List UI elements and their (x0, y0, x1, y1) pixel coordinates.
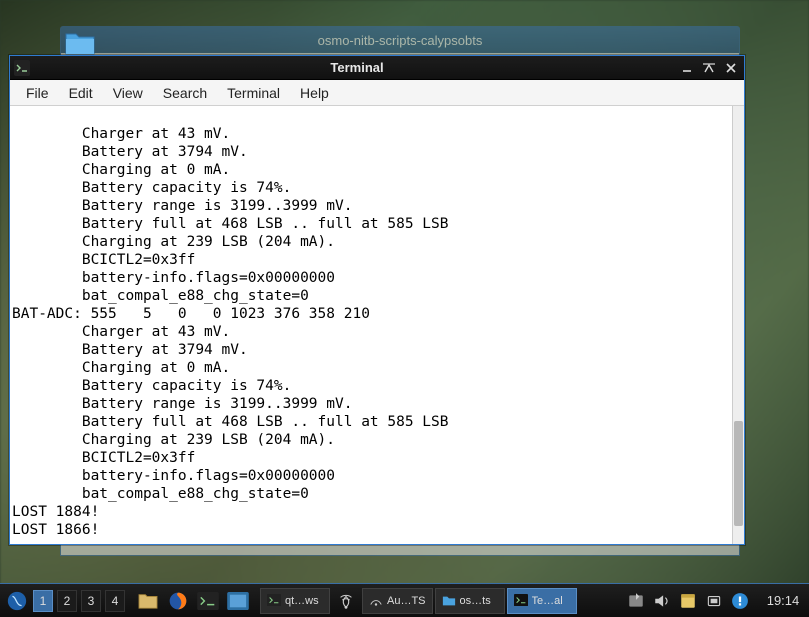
task-label: qt…ws (285, 595, 319, 607)
terminal-icon (267, 594, 281, 608)
menu-edit[interactable]: Edit (59, 82, 103, 104)
removable-media-icon[interactable] (627, 592, 645, 610)
terminal-line: Battery capacity is 74%. (12, 378, 291, 394)
terminal-line: Charging at 0 mA. (12, 360, 230, 376)
terminal-line: Battery range is 3199..3999 mV. (12, 396, 352, 412)
maximize-button[interactable] (700, 60, 718, 76)
close-button[interactable] (722, 60, 740, 76)
taskbar: 1 2 3 4 qt…ws Au…TS os…ts Te…al 19 (0, 583, 809, 617)
workspace-1[interactable]: 1 (33, 590, 53, 612)
terminal-line: LOST 1884! (12, 504, 99, 520)
terminal-line: bat_compal_e88_chg_state=0 (12, 486, 309, 502)
terminal-line: Battery full at 468 LSB .. full at 585 L… (12, 216, 449, 232)
menu-file[interactable]: File (16, 82, 59, 104)
folder-icon (64, 30, 96, 56)
terminal-line: battery-info.flags=0x00000000 (12, 270, 335, 286)
terminal-icon (514, 594, 528, 608)
notes-icon[interactable] (679, 592, 697, 610)
minimize-button[interactable] (678, 60, 696, 76)
terminal-scrollbar[interactable] (732, 106, 744, 544)
terminal-line: bat_compal_e88_chg_state=0 (12, 288, 309, 304)
terminal-line: Charger at 43 mV. (12, 126, 230, 142)
task-auts[interactable]: Au…TS (362, 588, 433, 614)
terminal-launcher[interactable] (194, 588, 222, 614)
terminal-line: BAT-ADC: 555 5 0 0 1023 376 358 210 (12, 306, 370, 322)
terminal-line: Charging at 239 LSB (204 mA). (12, 432, 335, 448)
filemanager-launcher[interactable] (134, 588, 162, 614)
window-title: Terminal (36, 60, 678, 75)
task-label: Te…al (532, 595, 563, 607)
show-desktop-button[interactable] (224, 588, 252, 614)
terminal-line: BCICTL2=0x3ff (12, 252, 195, 268)
terminal-line: Battery at 3794 mV. (12, 144, 248, 160)
task-qtws[interactable]: qt…ws (260, 588, 330, 614)
menu-view[interactable]: View (103, 82, 153, 104)
network-manager-icon[interactable] (332, 588, 360, 614)
terminal-app-icon (14, 60, 30, 76)
terminal-line: Charging at 0 mA. (12, 162, 230, 178)
task-terminal[interactable]: Te…al (507, 588, 577, 614)
terminal-line: Battery at 3794 mV. (12, 342, 248, 358)
task-label: Au…TS (387, 595, 426, 607)
menubar: File Edit View Search Terminal Help (10, 80, 744, 106)
terminal-line: Battery range is 3199..3999 mV. (12, 198, 352, 214)
taskbar-clock[interactable]: 19:14 (763, 593, 803, 608)
workspace-2[interactable]: 2 (57, 590, 77, 612)
task-label: os…ts (460, 595, 491, 607)
notification-icon[interactable] (731, 592, 749, 610)
terminal-line: Battery capacity is 74%. (12, 180, 291, 196)
menu-search[interactable]: Search (153, 82, 217, 104)
system-tray: 19:14 (627, 592, 805, 610)
terminal-line: battery-info.flags=0x00000000 (12, 468, 335, 484)
scrollbar-thumb[interactable] (734, 421, 743, 526)
window-titlebar[interactable]: Terminal (10, 56, 744, 80)
power-icon[interactable] (705, 592, 723, 610)
workspace-4[interactable]: 4 (105, 590, 125, 612)
workspace-3[interactable]: 3 (81, 590, 101, 612)
folder-icon (442, 594, 456, 608)
terminal-line: Charging at 239 LSB (204 mA). (12, 234, 335, 250)
background-window-title: osmo-nitb-scripts-calypsobts (61, 27, 739, 53)
terminal-line: Charger at 43 mV. (12, 324, 230, 340)
menu-terminal[interactable]: Terminal (217, 82, 290, 104)
terminal-line: BCICTL2=0x3ff (12, 450, 195, 466)
network-icon (369, 594, 383, 608)
terminal-output[interactable]: Charger at 43 mV. Battery at 3794 mV. Ch… (10, 106, 744, 544)
firefox-launcher[interactable] (164, 588, 192, 614)
terminal-line: Battery full at 468 LSB .. full at 585 L… (12, 414, 449, 430)
volume-icon[interactable] (653, 592, 671, 610)
menu-help[interactable]: Help (290, 82, 339, 104)
task-osts[interactable]: os…ts (435, 588, 505, 614)
terminal-line: LOST 1866! (12, 522, 99, 538)
start-menu-button[interactable] (4, 588, 30, 614)
terminal-window: Terminal File Edit View Search Terminal … (9, 55, 745, 545)
